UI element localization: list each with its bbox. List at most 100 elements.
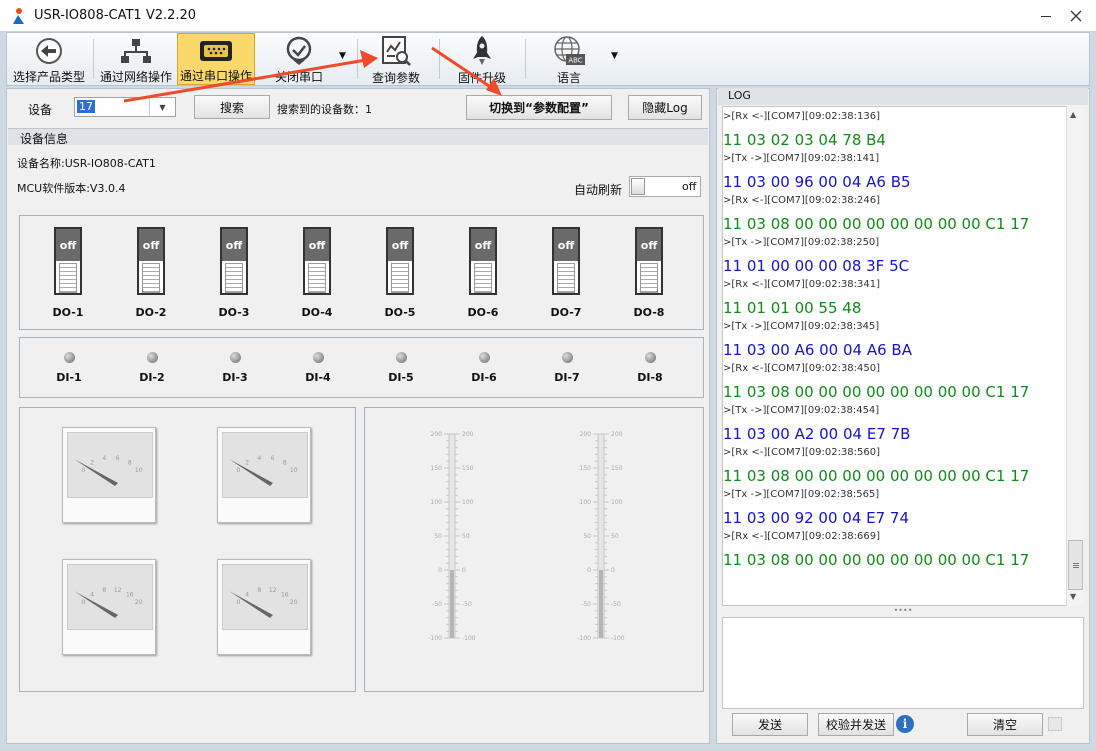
do-state: off — [305, 229, 329, 261]
network-operation-button[interactable]: 通过网络操作 — [97, 33, 175, 85]
do-label: DO-6 — [467, 306, 499, 319]
log-tx-data: 11 03 00 A2 00 04 E7 7B — [723, 425, 911, 443]
di-label: DI-1 — [56, 371, 82, 384]
scale-tick-label: -50 — [432, 601, 442, 608]
do-label: DO-3 — [218, 306, 250, 319]
switch-handle — [225, 263, 243, 293]
do-toggle-switch[interactable]: off — [54, 227, 82, 295]
network-icon — [121, 38, 151, 63]
do-toggle-switch[interactable]: off — [469, 227, 497, 295]
gauge-face: 0 4 8 12 16 20 — [222, 564, 308, 630]
gauge-tick-label: 2 — [90, 459, 94, 466]
splitter-handle[interactable]: •••• — [722, 607, 1084, 617]
do-label: DO-4 — [301, 306, 333, 319]
switch-to-config-button[interactable]: 切换到“参数配置” — [466, 95, 612, 120]
gauge-tick-label: 2 — [245, 459, 249, 466]
scale-tick-label: 100 — [580, 499, 592, 506]
close-serial-button[interactable]: 关闭串口 — [259, 33, 339, 85]
log-header-line: >[Tx ->][COM7][09:02:38:565] — [723, 489, 880, 500]
gauge-tick-label: 12 — [269, 587, 277, 594]
device-info-header: 设备信息 — [8, 128, 708, 146]
do-toggle-switch[interactable]: off — [303, 227, 331, 295]
gauge-tick-label: 0 — [81, 599, 85, 606]
query-params-button[interactable]: 查询参数 — [361, 33, 431, 85]
scale-tick-label: 0 — [438, 567, 442, 574]
di-label: DI-8 — [637, 371, 663, 384]
firmware-upgrade-button[interactable]: 固件升级 — [447, 33, 517, 85]
language-button[interactable]: ABC 语言 — [535, 33, 603, 85]
hex-checkbox[interactable] — [1048, 717, 1062, 731]
do-toggle-switch[interactable]: off — [552, 227, 580, 295]
scale-tick-label: 100 — [431, 499, 443, 506]
scale-fill — [599, 570, 603, 638]
app-logo-icon — [13, 8, 24, 24]
log-header-line: >[Tx ->][COM7][09:02:38:345] — [723, 321, 880, 332]
di-indicator-led — [396, 352, 407, 363]
gauge-dial: 04 8 12 1620 — [74, 587, 143, 618]
gauge-tick-label: 6 — [271, 455, 275, 462]
do-toggle-switch[interactable]: off — [137, 227, 165, 295]
switch-handle — [142, 263, 160, 293]
query-document-icon — [382, 36, 411, 66]
send-button[interactable]: 发送 — [732, 713, 808, 736]
log-title: LOG — [728, 89, 751, 102]
scale-tick-label: 50 — [611, 533, 619, 540]
search-button[interactable]: 搜索 — [194, 95, 270, 119]
scroll-up-icon[interactable]: ▲ — [1070, 110, 1076, 119]
found-device-count: 搜索到的设备数：1 — [277, 103, 372, 116]
dropdown-arrow-icon[interactable]: ▼ — [611, 51, 618, 61]
log-header-line: >[Tx ->][COM7][09:02:38:250] — [723, 237, 880, 248]
window-title: USR-IO808-CAT1 V2.2.20 — [34, 8, 197, 23]
scale-tick-label: -100 — [611, 635, 625, 642]
toolbar-divider — [357, 39, 358, 79]
di-indicator-led — [645, 352, 656, 363]
digital-inputs-group — [19, 337, 704, 398]
gauge-tick-label: 8 — [128, 459, 132, 466]
send-input[interactable] — [722, 617, 1084, 709]
log-header-line: >[Rx <-][COM7][09:02:38:246] — [723, 195, 881, 206]
scroll-thumb[interactable] — [1068, 540, 1083, 590]
scale-tick-label: -100 — [462, 635, 476, 642]
device-combobox[interactable]: 17 ▼ — [74, 97, 176, 117]
di-label: DI-7 — [554, 371, 580, 384]
gauge-tick-label: 4 — [102, 455, 106, 462]
gauge-tick-label: 16 — [126, 591, 134, 598]
switch-handle — [308, 263, 326, 293]
gauge-dial: 02 4 6 810 — [229, 455, 298, 486]
di-indicator-led — [230, 352, 241, 363]
scale-tick-label: -50 — [581, 601, 591, 608]
hide-log-button[interactable]: 隐藏Log — [628, 95, 702, 120]
log-header: LOG — [718, 88, 1088, 105]
digital-outputs-group — [19, 215, 704, 330]
scale-fill — [450, 570, 454, 638]
switch-handle — [474, 263, 492, 293]
log-rx-data: 11 03 08 00 00 00 00 00 00 00 00 C1 17 — [723, 551, 1030, 569]
serial-operation-button[interactable]: 通过串口操作 — [177, 33, 255, 85]
log-output[interactable]: >[Rx <-][COM7][09:02:38:136] 11 03 02 03 … — [722, 106, 1084, 606]
gauge-face: 0 4 8 12 16 20 — [67, 564, 153, 630]
gauge-tick-label: 12 — [114, 587, 122, 594]
select-product-type-button[interactable]: 选择产品类型 — [9, 33, 89, 85]
log-scrollbar[interactable]: ▲ ▼ — [1066, 106, 1084, 606]
close-button[interactable] — [1056, 3, 1096, 29]
log-header-line: >[Rx <-][COM7][09:02:38:669] — [723, 531, 881, 542]
do-state: off — [471, 229, 495, 261]
gauge-tick-label: 8 — [257, 587, 261, 594]
info-icon[interactable]: i — [896, 715, 914, 733]
scroll-down-icon[interactable]: ▼ — [1070, 592, 1076, 601]
do-state: off — [56, 229, 80, 261]
auto-refresh-state: off — [682, 180, 697, 193]
chevron-down-icon[interactable]: ▼ — [149, 98, 175, 116]
scale-tick-label: 100 — [462, 499, 474, 506]
do-toggle-switch[interactable]: off — [635, 227, 663, 295]
do-toggle-switch[interactable]: off — [220, 227, 248, 295]
check-and-send-button[interactable]: 校验并发送 — [818, 713, 894, 736]
scale-tick-label: 0 — [611, 567, 615, 574]
auto-refresh-toggle[interactable]: off — [629, 176, 701, 197]
do-toggle-switch[interactable]: off — [386, 227, 414, 295]
clear-button[interactable]: 清空 — [967, 713, 1043, 736]
dropdown-arrow-icon[interactable]: ▼ — [339, 51, 346, 61]
log-header-line: >[Rx <-][COM7][09:02:38:341] — [723, 279, 881, 290]
scale-tick-label: 100 — [611, 499, 623, 506]
log-header-line: >[Rx <-][COM7][09:02:38:136] — [723, 111, 881, 122]
